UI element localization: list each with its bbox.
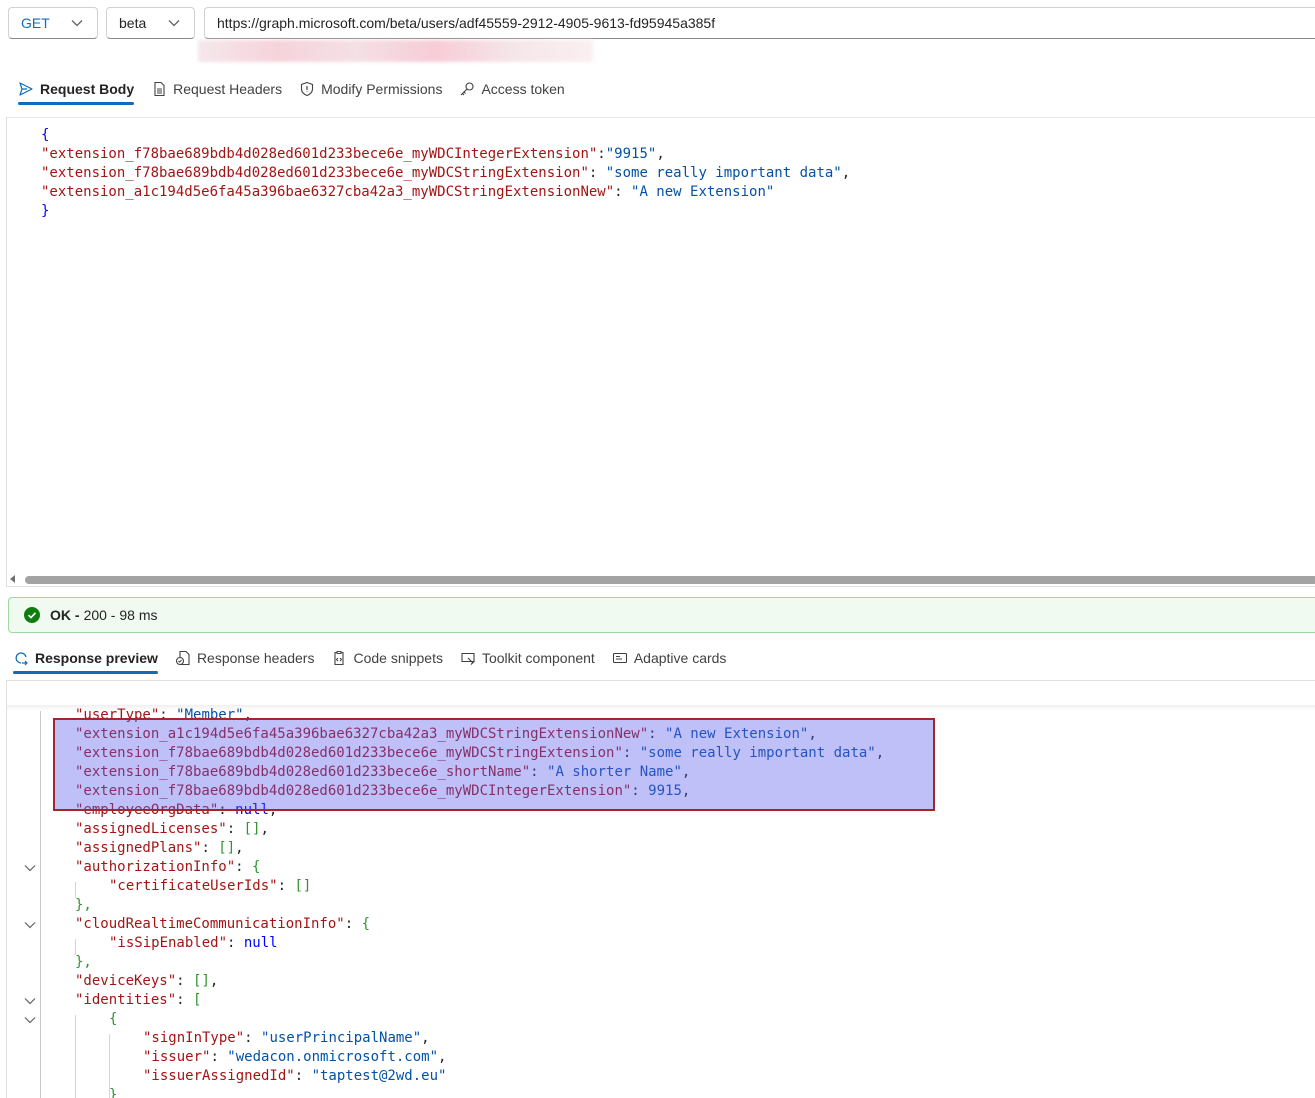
brace-open: {	[41, 127, 50, 143]
tab-label: Toolkit component	[481, 650, 595, 666]
scroll-left-icon[interactable]	[10, 575, 15, 583]
response-line: "assignedPlans": [],	[75, 840, 244, 856]
tab-response-preview[interactable]: Response preview	[13, 645, 158, 674]
tab-label: Response preview	[35, 650, 158, 666]
fold-chevron-icon[interactable]	[24, 864, 36, 872]
brace-close: }	[41, 203, 50, 219]
method-select[interactable]: GET	[8, 7, 98, 39]
request-body-line: "extension_f78bae689bdb4d028ed601d233bec…	[41, 165, 851, 181]
tab-adaptive-cards[interactable]: Adaptive cards	[612, 645, 727, 671]
response-line: },	[75, 897, 92, 913]
fold-chevron-icon[interactable]	[24, 997, 36, 1005]
chevron-down-icon	[71, 20, 83, 27]
request-tabs: Request Body Request Headers Modify Perm…	[18, 76, 582, 105]
tab-code-snippets[interactable]: Code snippets	[331, 645, 443, 671]
tab-label: Adaptive cards	[633, 650, 727, 666]
request-body-line: "extension_f78bae689bdb4d028ed601d233bec…	[41, 146, 665, 162]
response-line: {	[109, 1011, 118, 1027]
response-line: "signInType": "userPrincipalName",	[143, 1030, 430, 1046]
key-icon	[461, 82, 475, 96]
redacted-area	[198, 40, 593, 62]
tab-label: Modify Permissions	[321, 81, 443, 97]
response-line: "assignedLicenses": [],	[75, 821, 269, 837]
preview-icon	[15, 652, 28, 666]
clipboard-icon	[334, 651, 345, 666]
tab-label: Response headers	[196, 650, 315, 666]
response-line: "issuerAssignedId": "taptest@2wd.eu"	[143, 1068, 447, 1084]
version-value: beta	[119, 15, 147, 31]
tab-label: Access token	[481, 81, 565, 97]
tab-label: Code snippets	[353, 650, 443, 666]
response-line: "isSipEnabled": null	[109, 935, 278, 951]
gutter-divider	[40, 711, 41, 1098]
response-line: "certificateUserIds": []	[109, 878, 312, 894]
response-line: }	[109, 1087, 118, 1098]
tab-access-token[interactable]: Access token	[459, 76, 565, 102]
tab-label: Request Headers	[173, 81, 283, 97]
version-select[interactable]: beta	[106, 7, 195, 39]
send-icon	[19, 82, 33, 96]
fold-chevron-icon[interactable]	[24, 921, 36, 929]
response-line: "issuer": "wedacon.onmicrosoft.com",	[143, 1049, 447, 1065]
toolkit-icon	[461, 652, 475, 665]
tab-modify-permissions[interactable]: Modify Permissions	[299, 76, 442, 102]
fold-chevron-icon[interactable]	[24, 1016, 36, 1024]
document-icon	[154, 81, 165, 97]
tab-request-body[interactable]: Request Body	[18, 76, 135, 105]
status-detail: 200 - 98 ms	[83, 607, 158, 623]
request-body-line: "extension_a1c194d5e6fa45a396bae6327cba4…	[41, 184, 775, 200]
request-body-editor[interactable]: { "extension_f78bae689bdb4d028ed601d233b…	[6, 117, 1315, 587]
url-input[interactable]: https://graph.microsoft.com/beta/users/a…	[204, 7, 1315, 39]
checkmark-circle-icon	[24, 607, 40, 623]
headers-icon	[175, 650, 190, 666]
tab-label: Request Body	[40, 81, 135, 97]
tab-request-headers[interactable]: Request Headers	[151, 76, 282, 102]
status-bar: OK - 200 - 98 ms	[8, 597, 1315, 633]
tab-toolkit-component[interactable]: Toolkit component	[460, 645, 595, 671]
url-value: https://graph.microsoft.com/beta/users/a…	[217, 15, 716, 31]
tab-response-headers[interactable]: Response headers	[175, 645, 315, 671]
response-tabs: Response preview Response headers Code s…	[13, 645, 743, 674]
status-ok: OK -	[50, 607, 80, 623]
response-line: "deviceKeys": [],	[75, 973, 219, 989]
indent-guide	[75, 1015, 76, 1098]
card-icon	[612, 652, 627, 664]
response-line: "cloudRealtimeCommunicationInfo": {	[75, 916, 371, 932]
method-value: GET	[21, 15, 50, 31]
response-line: "authorizationInfo": {	[75, 859, 261, 875]
shield-icon	[301, 81, 314, 97]
response-line: },	[75, 954, 92, 970]
response-line: "identities": [	[75, 992, 202, 1008]
highlight-box	[53, 718, 935, 811]
chevron-down-icon	[168, 20, 180, 27]
horizontal-scrollbar[interactable]	[25, 576, 1315, 584]
